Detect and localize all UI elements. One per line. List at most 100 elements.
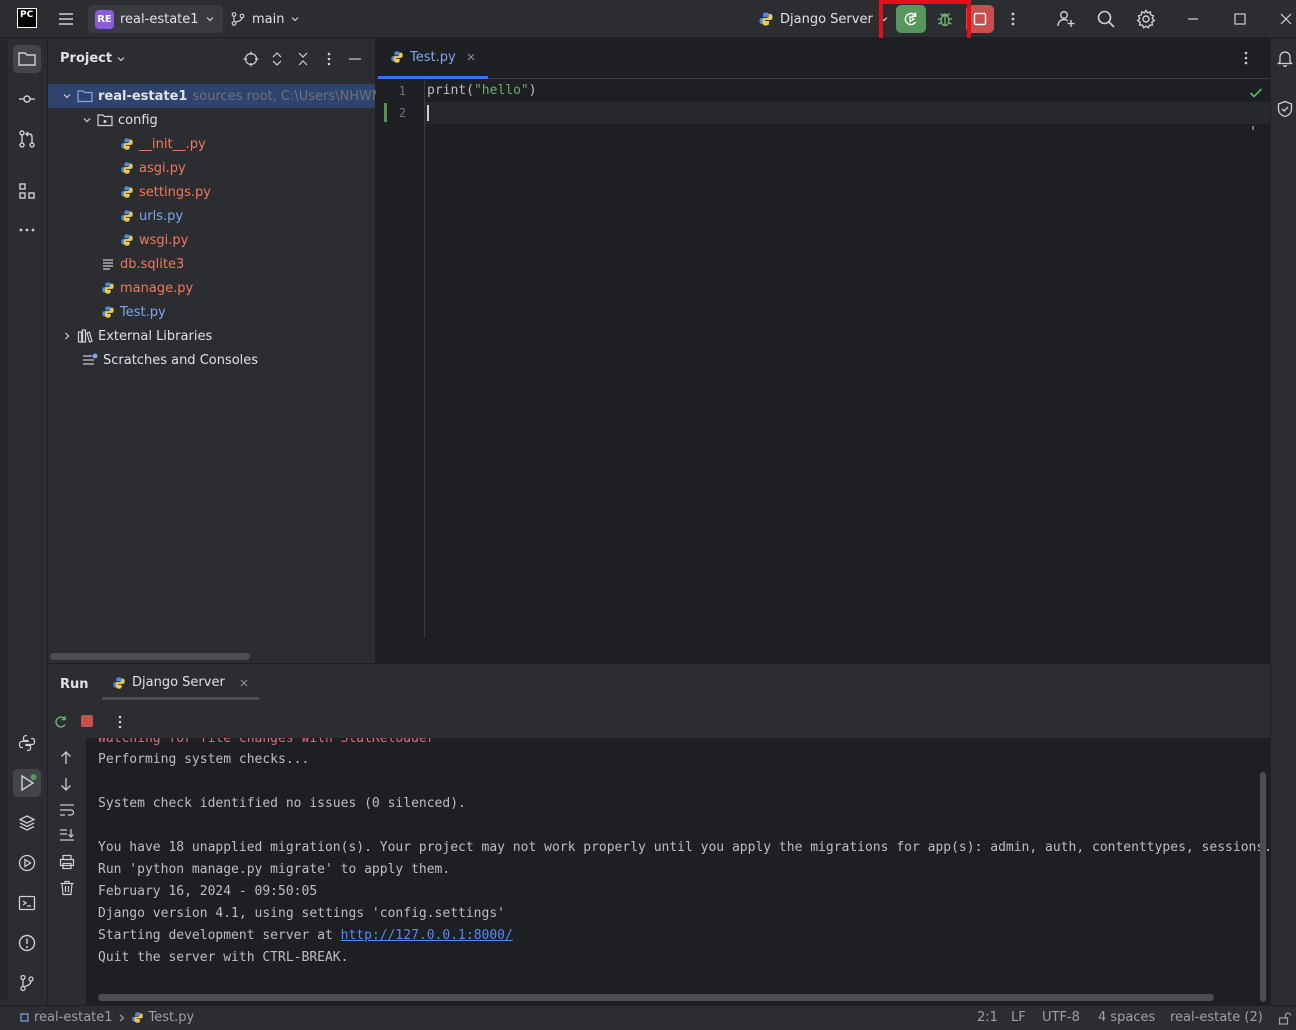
tree-item-settings-py[interactable]: settings.py	[48, 180, 375, 204]
tree-item-project-root[interactable]: real-estate1 sources root, C:\Users\NHWM	[48, 84, 383, 108]
rerun-icon[interactable]	[53, 714, 69, 730]
python-packages-icon[interactable]	[13, 809, 41, 837]
ai-assistant-shield-icon[interactable]	[1276, 100, 1294, 118]
read-only-lock-icon[interactable]	[1278, 1012, 1291, 1025]
no-problems-check-icon[interactable]	[1249, 87, 1263, 99]
clear-trash-icon[interactable]	[59, 880, 75, 896]
tree-item-label: config	[118, 112, 158, 128]
run-tool-icon[interactable]	[13, 769, 41, 797]
server-url-link[interactable]: http://127.0.0.1:8000/	[341, 928, 513, 943]
close-tab-icon[interactable]	[239, 678, 249, 688]
minimize-window-icon[interactable]	[1179, 5, 1207, 33]
tree-item-db-sqlite3[interactable]: db.sqlite3	[48, 252, 375, 276]
stop-icon[interactable]	[81, 715, 93, 727]
console-line: You have 18 unapplied migration(s). Your…	[98, 840, 1270, 855]
tree-item-label: External Libraries	[98, 328, 213, 344]
tree-item-config[interactable]: config	[48, 108, 375, 132]
python-icon	[112, 676, 126, 690]
vcs-change-marker[interactable]	[384, 103, 387, 122]
main-menu-icon[interactable]	[56, 9, 76, 29]
folder-icon	[77, 89, 93, 103]
line-ending[interactable]: LF	[1011, 1010, 1026, 1025]
tree-item-urls-py[interactable]: urls.py	[48, 204, 375, 228]
rerun-button[interactable]	[896, 5, 926, 33]
branch-name: main	[252, 11, 285, 27]
branch-switcher[interactable]: main	[230, 5, 300, 33]
expand-all-icon[interactable]	[268, 50, 286, 68]
stop-button[interactable]	[966, 5, 994, 33]
terminal-icon[interactable]	[13, 889, 41, 917]
run-console-output[interactable]: Watching for file changes with StatReloa…	[86, 738, 1270, 1006]
console-line: February 16, 2024 - 09:50:05	[98, 884, 318, 899]
tree-item-asgi-py[interactable]: asgi.py	[48, 156, 375, 180]
tree-item-test-py[interactable]: Test.py	[48, 300, 375, 324]
tree-item-scratches[interactable]: Scratches and Consoles	[48, 348, 375, 372]
debug-button[interactable]	[930, 5, 960, 33]
run-side-toolbar	[48, 740, 86, 1006]
python-file-icon	[390, 50, 404, 64]
panel-options-icon[interactable]	[320, 50, 338, 68]
python-interpreter[interactable]: real-estate (2)	[1170, 1010, 1263, 1025]
right-tool-strip	[1270, 38, 1296, 1005]
git-tool-icon[interactable]	[13, 969, 41, 997]
console-vertical-scrollbar[interactable]	[1260, 772, 1266, 1002]
package-folder-icon	[97, 113, 113, 127]
arrow-down-icon[interactable]	[59, 776, 73, 792]
run-tab-django-server[interactable]: Django Server	[102, 668, 259, 700]
console-horizontal-scrollbar[interactable]	[98, 994, 1214, 1001]
project-tool-icon[interactable]	[13, 45, 41, 73]
tree-item-init-py[interactable]: __init__.py	[48, 132, 375, 156]
pycharm-logo-icon: PC	[17, 8, 37, 28]
collapse-all-icon[interactable]	[294, 50, 312, 68]
tree-item-manage-py[interactable]: manage.py	[48, 276, 375, 300]
problems-icon[interactable]	[13, 929, 41, 957]
title-bar: PC RE real-estate1 main Django Server	[0, 0, 1296, 45]
scroll-to-end-icon[interactable]	[59, 828, 75, 842]
editor-tab-options-icon[interactable]	[1244, 51, 1248, 65]
indent-setting[interactable]: 4 spaces	[1098, 1010, 1155, 1025]
code-editor[interactable]: 1 2 print("hello")	[376, 79, 1270, 638]
breadcrumb-project: real-estate1	[34, 1010, 113, 1025]
soft-wrap-icon[interactable]	[59, 803, 75, 817]
tree-item-label: settings.py	[139, 184, 211, 200]
arrow-up-icon[interactable]	[59, 750, 73, 766]
commit-tool-icon[interactable]	[13, 85, 41, 113]
file-encoding[interactable]: UTF-8	[1042, 1010, 1080, 1025]
structure-tool-icon[interactable]	[13, 177, 41, 205]
settings-gear-icon[interactable]	[1132, 5, 1160, 33]
code-with-me-icon[interactable]	[1052, 5, 1080, 33]
services-icon[interactable]	[13, 849, 41, 877]
close-window-icon[interactable]	[1272, 5, 1296, 33]
chevron-down-icon	[290, 14, 300, 24]
chevron-down-icon	[879, 14, 889, 24]
hide-panel-icon[interactable]	[346, 50, 364, 68]
search-icon[interactable]	[1092, 5, 1120, 33]
more-options-icon[interactable]	[118, 715, 122, 729]
more-tools-icon[interactable]	[13, 216, 41, 244]
text-caret	[427, 105, 429, 121]
pull-requests-icon[interactable]	[13, 125, 41, 153]
python-console-icon[interactable]	[13, 729, 41, 757]
tree-item-external-libraries[interactable]: External Libraries	[48, 324, 375, 348]
more-actions-icon[interactable]	[999, 5, 1027, 33]
run-configuration-selector[interactable]: Django Server	[758, 5, 889, 33]
caret-position[interactable]: 2:1	[977, 1010, 998, 1025]
tree-item-label: __init__.py	[139, 136, 206, 152]
project-panel-title[interactable]: Project	[60, 51, 126, 66]
print-icon[interactable]	[59, 854, 75, 870]
tree-horizontal-scrollbar[interactable]	[50, 653, 250, 660]
code-string: "hello"	[473, 83, 529, 98]
console-line: Performing system checks...	[98, 752, 310, 767]
notifications-bell-icon[interactable]	[1276, 49, 1294, 67]
python-file-icon	[120, 185, 134, 199]
line-number: 1	[398, 84, 406, 98]
tree-item-wsgi-py[interactable]: wsgi.py	[48, 228, 375, 252]
editor-gutter: 1 2	[376, 79, 425, 638]
close-tab-icon[interactable]	[466, 52, 476, 62]
maximize-window-icon[interactable]	[1226, 5, 1254, 33]
locate-file-icon[interactable]	[242, 50, 260, 68]
project-switcher[interactable]: RE real-estate1	[88, 5, 223, 33]
tab-test-py[interactable]: Test.py	[378, 38, 488, 79]
status-bar: real-estate1 Test.py 2:1 LF UTF-8 4 spac…	[0, 1005, 1296, 1030]
status-breadcrumb[interactable]: real-estate1 Test.py	[20, 1010, 194, 1025]
